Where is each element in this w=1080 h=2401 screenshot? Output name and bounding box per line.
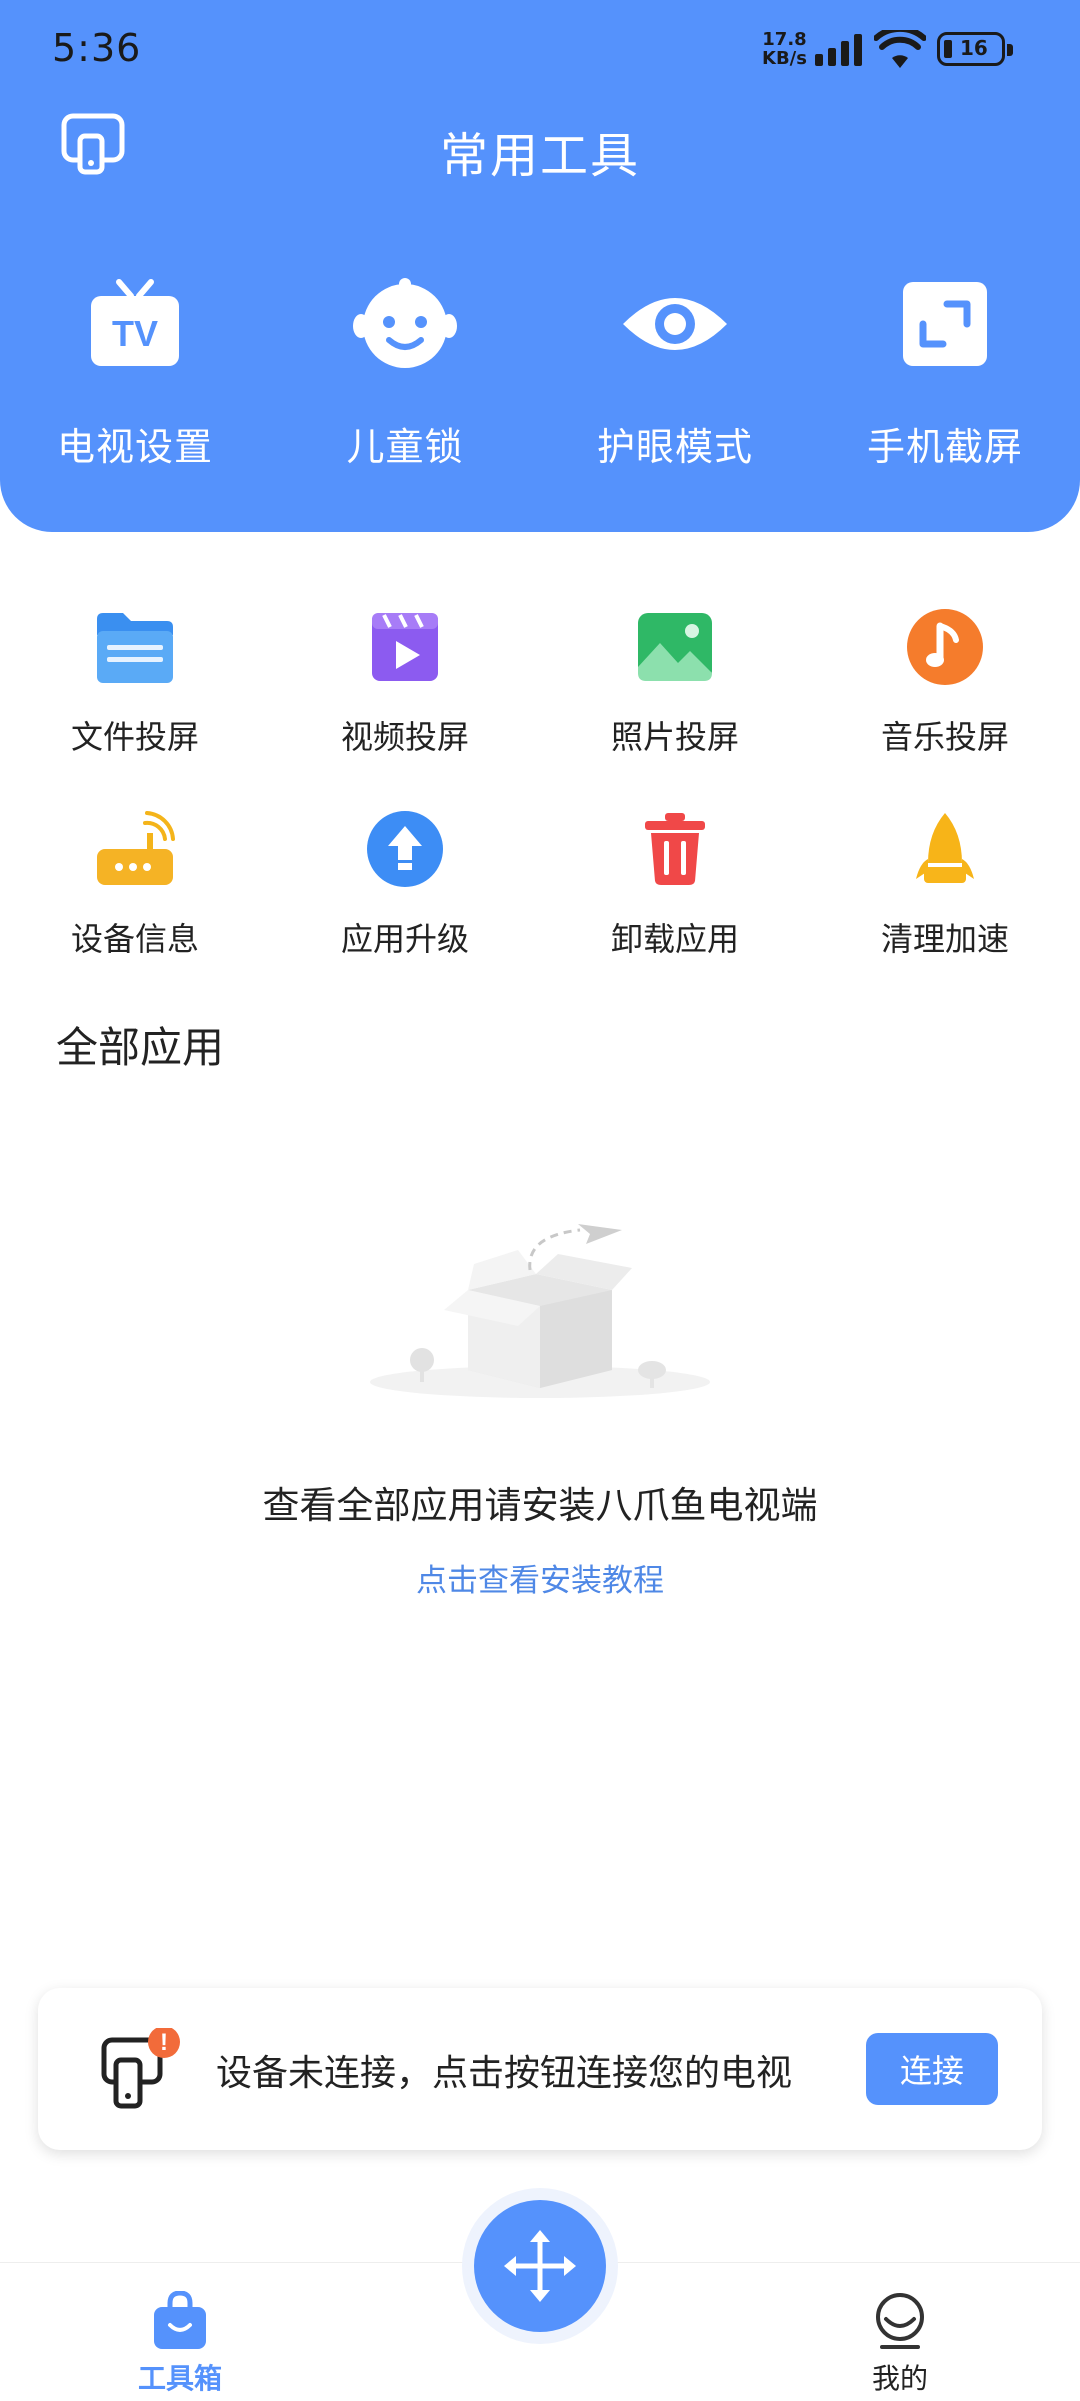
wifi-icon xyxy=(874,30,926,68)
connection-message: 设备未连接，点击按钮连接您的电视 xyxy=(216,2053,793,2094)
grid-item-video-cast[interactable]: 视频投屏 xyxy=(270,604,540,758)
grid-item-music-cast[interactable]: 音乐投屏 xyxy=(810,604,1080,758)
nav-label: 我的 xyxy=(871,2362,928,2395)
grid-label: 清理加速 xyxy=(880,920,1009,958)
profile-icon xyxy=(876,2293,924,2349)
grid-label: 文件投屏 xyxy=(70,718,199,756)
connect-button[interactable]: 连接 xyxy=(866,2033,998,2105)
empty-box-illustration xyxy=(370,1224,710,1398)
tv-icon: TV xyxy=(91,279,179,366)
tool-label: 儿童锁 xyxy=(346,425,464,469)
connection-banner: ! 设备未连接，点击按钮连接您的电视 连接 xyxy=(38,1988,1042,2150)
grid-label: 设备信息 xyxy=(70,920,199,958)
device-disconnected-icon: ! xyxy=(101,2028,180,2109)
cell-signal-icon xyxy=(815,34,862,66)
video-icon xyxy=(372,613,438,681)
grid-item-device-info[interactable]: 设备信息 xyxy=(0,806,270,960)
grid-item-uninstall[interactable]: 卸载应用 xyxy=(540,806,810,960)
all-apps-title: 全部应用 xyxy=(56,1023,225,1072)
nav-item-mine[interactable]: 我的 xyxy=(800,2263,1000,2397)
router-icon xyxy=(97,811,175,885)
grid-label: 照片投屏 xyxy=(610,718,739,756)
status-bar: 5:36 17.8 KB/s 16 xyxy=(0,0,1080,100)
tool-eye-care[interactable]: 护眼模式 xyxy=(540,270,810,471)
network-speed: 17.8 KB/s xyxy=(762,30,807,68)
folder-icon xyxy=(97,613,173,683)
tool-label: 电视设置 xyxy=(56,425,213,469)
tool-label: 护眼模式 xyxy=(596,425,753,469)
child-face-icon xyxy=(353,278,457,368)
rocket-icon xyxy=(916,813,974,883)
network-speed-value: 17.8 xyxy=(762,29,807,50)
grid-label: 应用升级 xyxy=(340,920,469,958)
page-title: 常用工具 xyxy=(439,128,640,184)
shopping-bag-icon xyxy=(154,2291,206,2349)
music-icon xyxy=(907,609,983,685)
tool-label: 手机截屏 xyxy=(866,425,1023,469)
remote-control-button[interactable] xyxy=(474,2200,606,2332)
grid-item-clean-speed[interactable]: 清理加速 xyxy=(810,806,1080,960)
upgrade-icon xyxy=(367,811,443,887)
photo-icon xyxy=(638,613,712,681)
trash-icon xyxy=(645,813,705,885)
eye-icon xyxy=(623,298,727,350)
grid-label: 卸载应用 xyxy=(610,920,739,958)
battery-icon: 16 xyxy=(937,32,1013,66)
grid-item-photo-cast[interactable]: 照片投屏 xyxy=(540,604,810,758)
header-panel: 5:36 17.8 KB/s 16 常用工具 TV 电视设置 儿童锁 护眼模式 … xyxy=(0,0,1080,532)
status-time: 5:36 xyxy=(52,26,142,70)
alert-badge: ! xyxy=(160,2029,168,2056)
grid-label: 视频投屏 xyxy=(340,718,469,756)
grid-label: 音乐投屏 xyxy=(880,718,1009,756)
move-arrows-icon xyxy=(504,2230,576,2302)
tool-screenshot[interactable]: 手机截屏 xyxy=(810,270,1080,471)
tool-child-lock[interactable]: 儿童锁 xyxy=(270,270,540,471)
grid-item-app-upgrade[interactable]: 应用升级 xyxy=(270,806,540,960)
battery-level: 16 xyxy=(960,36,988,60)
grid-item-file-cast[interactable]: 文件投屏 xyxy=(0,604,270,758)
network-speed-unit: KB/s xyxy=(762,48,807,69)
nav-label: 工具箱 xyxy=(137,2362,222,2395)
tool-tv-settings[interactable]: TV 电视设置 xyxy=(0,270,270,471)
screenshot-icon xyxy=(903,282,987,366)
nav-item-toolbox[interactable]: 工具箱 xyxy=(80,2263,280,2397)
svg-text:TV: TV xyxy=(112,313,158,354)
empty-state-message: 查看全部应用请安装八爪鱼电视端 xyxy=(262,1484,818,1527)
install-tutorial-link[interactable]: 点击查看安装教程 xyxy=(0,1555,1080,1600)
